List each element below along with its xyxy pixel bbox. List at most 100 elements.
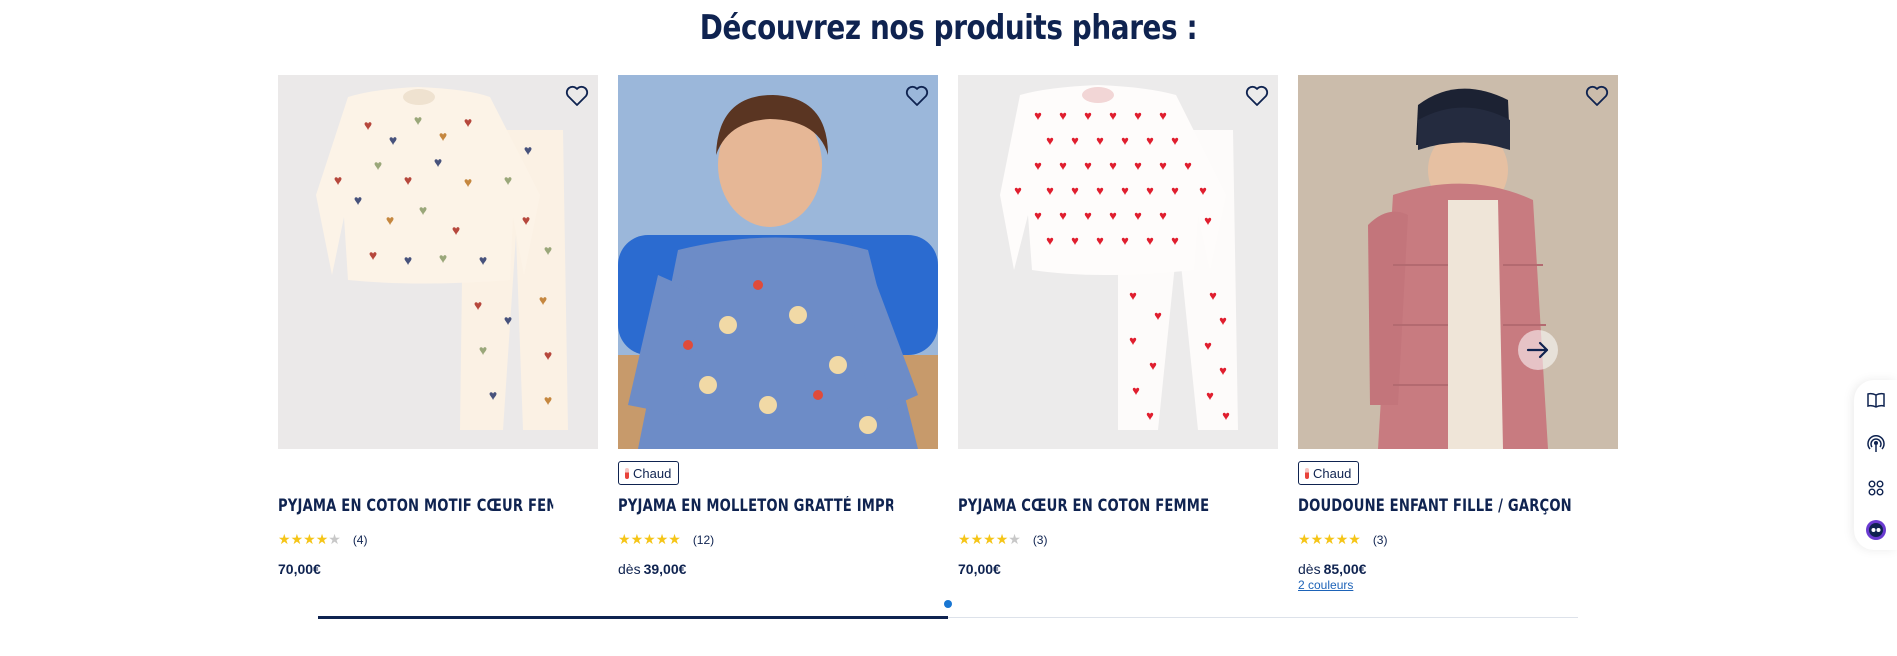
svg-text:♥: ♥ (354, 192, 362, 208)
podcast-button[interactable] (1864, 432, 1888, 456)
product-name[interactable]: PYJAMA CŒUR EN COTON FEMME (958, 496, 1233, 516)
heart-outline-icon (1585, 85, 1609, 106)
favorite-button[interactable] (902, 81, 932, 111)
svg-text:♥: ♥ (364, 117, 372, 133)
product-card[interactable]: ♥ ♥ ♥ ♥ ♥ ♥ ♥ ♥ ♥ ♥ ♥ ♥ ♥ ♥ ♥ ♥ ♥ ♥ ♥ ♥ ♥ ♥ ♥ ♥ ♥ ♥ ♥… (278, 75, 598, 577)
svg-text:♥: ♥ (1219, 363, 1227, 378)
product-image-pyjama-fleece-printed[interactable] (618, 75, 938, 449)
star-icon: ★ (1323, 531, 1336, 547)
svg-text:♥: ♥ (452, 222, 460, 238)
product-image-puffer-jacket[interactable] (1298, 75, 1618, 449)
svg-text:♥: ♥ (1154, 308, 1162, 323)
star-icon: ★ (315, 531, 329, 547)
favorite-button[interactable] (1582, 81, 1612, 111)
heart-outline-icon (565, 85, 589, 106)
star-icon: ★ (643, 531, 656, 547)
product-image-pyjama-red-hearts[interactable]: ♥ ♥ ♥ ♥ ♥ ♥ ♥ ♥ ♥ ♥ ♥ ♥ ♥ ♥ ♥ ♥ ♥ ♥ ♥ ♥ ♥ ♥ ♥ ♥ ♥ ♥ ♥ ♥ ♥ ♥ ♥ ♥ ♥ ♥ ♥… (958, 75, 1278, 449)
svg-text:♥: ♥ (1084, 108, 1092, 123)
svg-text:♥: ♥ (1134, 208, 1142, 223)
product-card[interactable]: Chaud PYJAMA EN MOLLETON GRATTÉ IMPRIMÉ … (618, 75, 938, 577)
svg-text:♥: ♥ (544, 242, 552, 258)
star-icon: ★ (303, 531, 316, 547)
svg-text:♥: ♥ (1219, 313, 1227, 328)
product-name[interactable]: DOUDOUNE ENFANT FILLE / GARÇON (1298, 496, 1573, 516)
side-toolbar (1854, 380, 1897, 550)
svg-text:♥: ♥ (1171, 133, 1179, 148)
product-card[interactable]: Chaud DOUDOUNE ENFANT FILLE / GARÇON ★★★… (1298, 75, 1618, 592)
grid-icon (1868, 480, 1884, 496)
svg-text:♥: ♥ (1222, 408, 1230, 423)
podcast-icon (1867, 435, 1885, 452)
svg-text:♥: ♥ (1209, 288, 1217, 303)
svg-text:♥: ♥ (1146, 133, 1154, 148)
svg-text:♥: ♥ (1096, 133, 1104, 148)
product-price: dès 39,00€ (618, 561, 686, 577)
svg-text:♥: ♥ (1046, 183, 1054, 198)
book-icon (1867, 392, 1885, 408)
colors-link[interactable]: 2 couleurs (1298, 578, 1353, 592)
svg-text:♥: ♥ (522, 212, 530, 228)
star-icon: ★ (1348, 531, 1361, 547)
svg-text:♥: ♥ (1159, 208, 1167, 223)
price-prefix: dès (1298, 561, 1321, 577)
star-icon: ★ (983, 531, 996, 547)
svg-text:♥: ♥ (1129, 333, 1137, 348)
favorite-button[interactable] (1242, 81, 1272, 111)
star-icon: ★ (630, 531, 644, 547)
svg-text:♥: ♥ (1046, 233, 1054, 248)
svg-text:♥: ♥ (1146, 233, 1154, 248)
product-name[interactable]: PYJAMA EN COTON MOTIF CŒUR FEMME (278, 496, 553, 516)
star-icon: ★ (328, 531, 341, 547)
catalog-button[interactable] (1864, 388, 1888, 412)
star-icon: ★ (995, 531, 1009, 547)
svg-text:♥: ♥ (439, 250, 447, 266)
svg-text:♥: ♥ (1071, 133, 1079, 148)
product-badge: Chaud (1298, 461, 1360, 485)
review-count[interactable]: (4) (353, 533, 368, 547)
product-price: dès 85,00€ (1298, 561, 1366, 577)
arrow-right-icon (1526, 341, 1549, 359)
product-name[interactable]: PYJAMA EN MOLLETON GRATTÉ IMPRIMÉ ... (618, 496, 893, 516)
svg-text:♥: ♥ (464, 174, 472, 190)
product-rating: ★★★★★ (3) (1298, 532, 1387, 547)
svg-text:♥: ♥ (1146, 183, 1154, 198)
svg-text:♥: ♥ (1171, 183, 1179, 198)
svg-text:♥: ♥ (544, 392, 552, 408)
carousel-next-button[interactable] (1518, 330, 1558, 370)
svg-text:♥: ♥ (1204, 213, 1212, 228)
product-image-pyjama-hearts-multicolor[interactable]: ♥ ♥ ♥ ♥ ♥ ♥ ♥ ♥ ♥ ♥ ♥ ♥ ♥ ♥ ♥ ♥ ♥ ♥ ♥ ♥ ♥ ♥ ♥ ♥ ♥ ♥ ♥… (278, 75, 598, 449)
review-count[interactable]: (3) (1373, 533, 1388, 547)
chatbot-button[interactable] (1864, 518, 1888, 542)
star-icon: ★ (1335, 531, 1349, 547)
star-icon: ★ (958, 531, 971, 547)
review-count[interactable]: (3) (1033, 533, 1048, 547)
apps-button[interactable] (1864, 476, 1888, 500)
svg-text:♥: ♥ (1132, 383, 1140, 398)
product-image (1298, 75, 1618, 449)
price-value: 39,00€ (643, 561, 687, 577)
product-card[interactable]: ♥ ♥ ♥ ♥ ♥ ♥ ♥ ♥ ♥ ♥ ♥ ♥ ♥ ♥ ♥ ♥ ♥ ♥ ♥ ♥ ♥ ♥ ♥ ♥ ♥ ♥ ♥ ♥ ♥ ♥ ♥ ♥ ♥ ♥ ♥… (958, 75, 1278, 577)
svg-text:♥: ♥ (544, 347, 552, 363)
product-carousel: ♥ ♥ ♥ ♥ ♥ ♥ ♥ ♥ ♥ ♥ ♥ ♥ ♥ ♥ ♥ ♥ ♥ ♥ ♥ ♥ ♥ ♥ ♥ ♥ ♥ ♥ ♥… (278, 75, 1618, 615)
svg-text:♥: ♥ (374, 157, 382, 173)
svg-text:♥: ♥ (1121, 183, 1129, 198)
svg-text:♥: ♥ (1134, 158, 1142, 173)
chatbot-icon (1866, 520, 1886, 540)
svg-text:♥: ♥ (1146, 408, 1154, 423)
svg-text:♥: ♥ (419, 202, 427, 218)
product-price: 70,00€ (278, 561, 321, 577)
rating-stars: ★★★★★ (1298, 532, 1361, 547)
svg-text:♥: ♥ (1109, 208, 1117, 223)
svg-text:♥: ♥ (464, 114, 472, 130)
svg-text:♥: ♥ (1096, 233, 1104, 248)
svg-text:♥: ♥ (389, 132, 397, 148)
thermometer-icon (625, 467, 629, 479)
carousel-page-dot[interactable] (944, 600, 952, 608)
carousel-progress-fill (318, 616, 948, 619)
price-value: 85,00€ (1323, 561, 1367, 577)
badge-label: Chaud (1313, 465, 1352, 481)
heart-outline-icon (1245, 85, 1269, 106)
review-count[interactable]: (12) (693, 533, 714, 547)
favorite-button[interactable] (562, 81, 592, 111)
svg-text:♥: ♥ (1149, 358, 1157, 373)
